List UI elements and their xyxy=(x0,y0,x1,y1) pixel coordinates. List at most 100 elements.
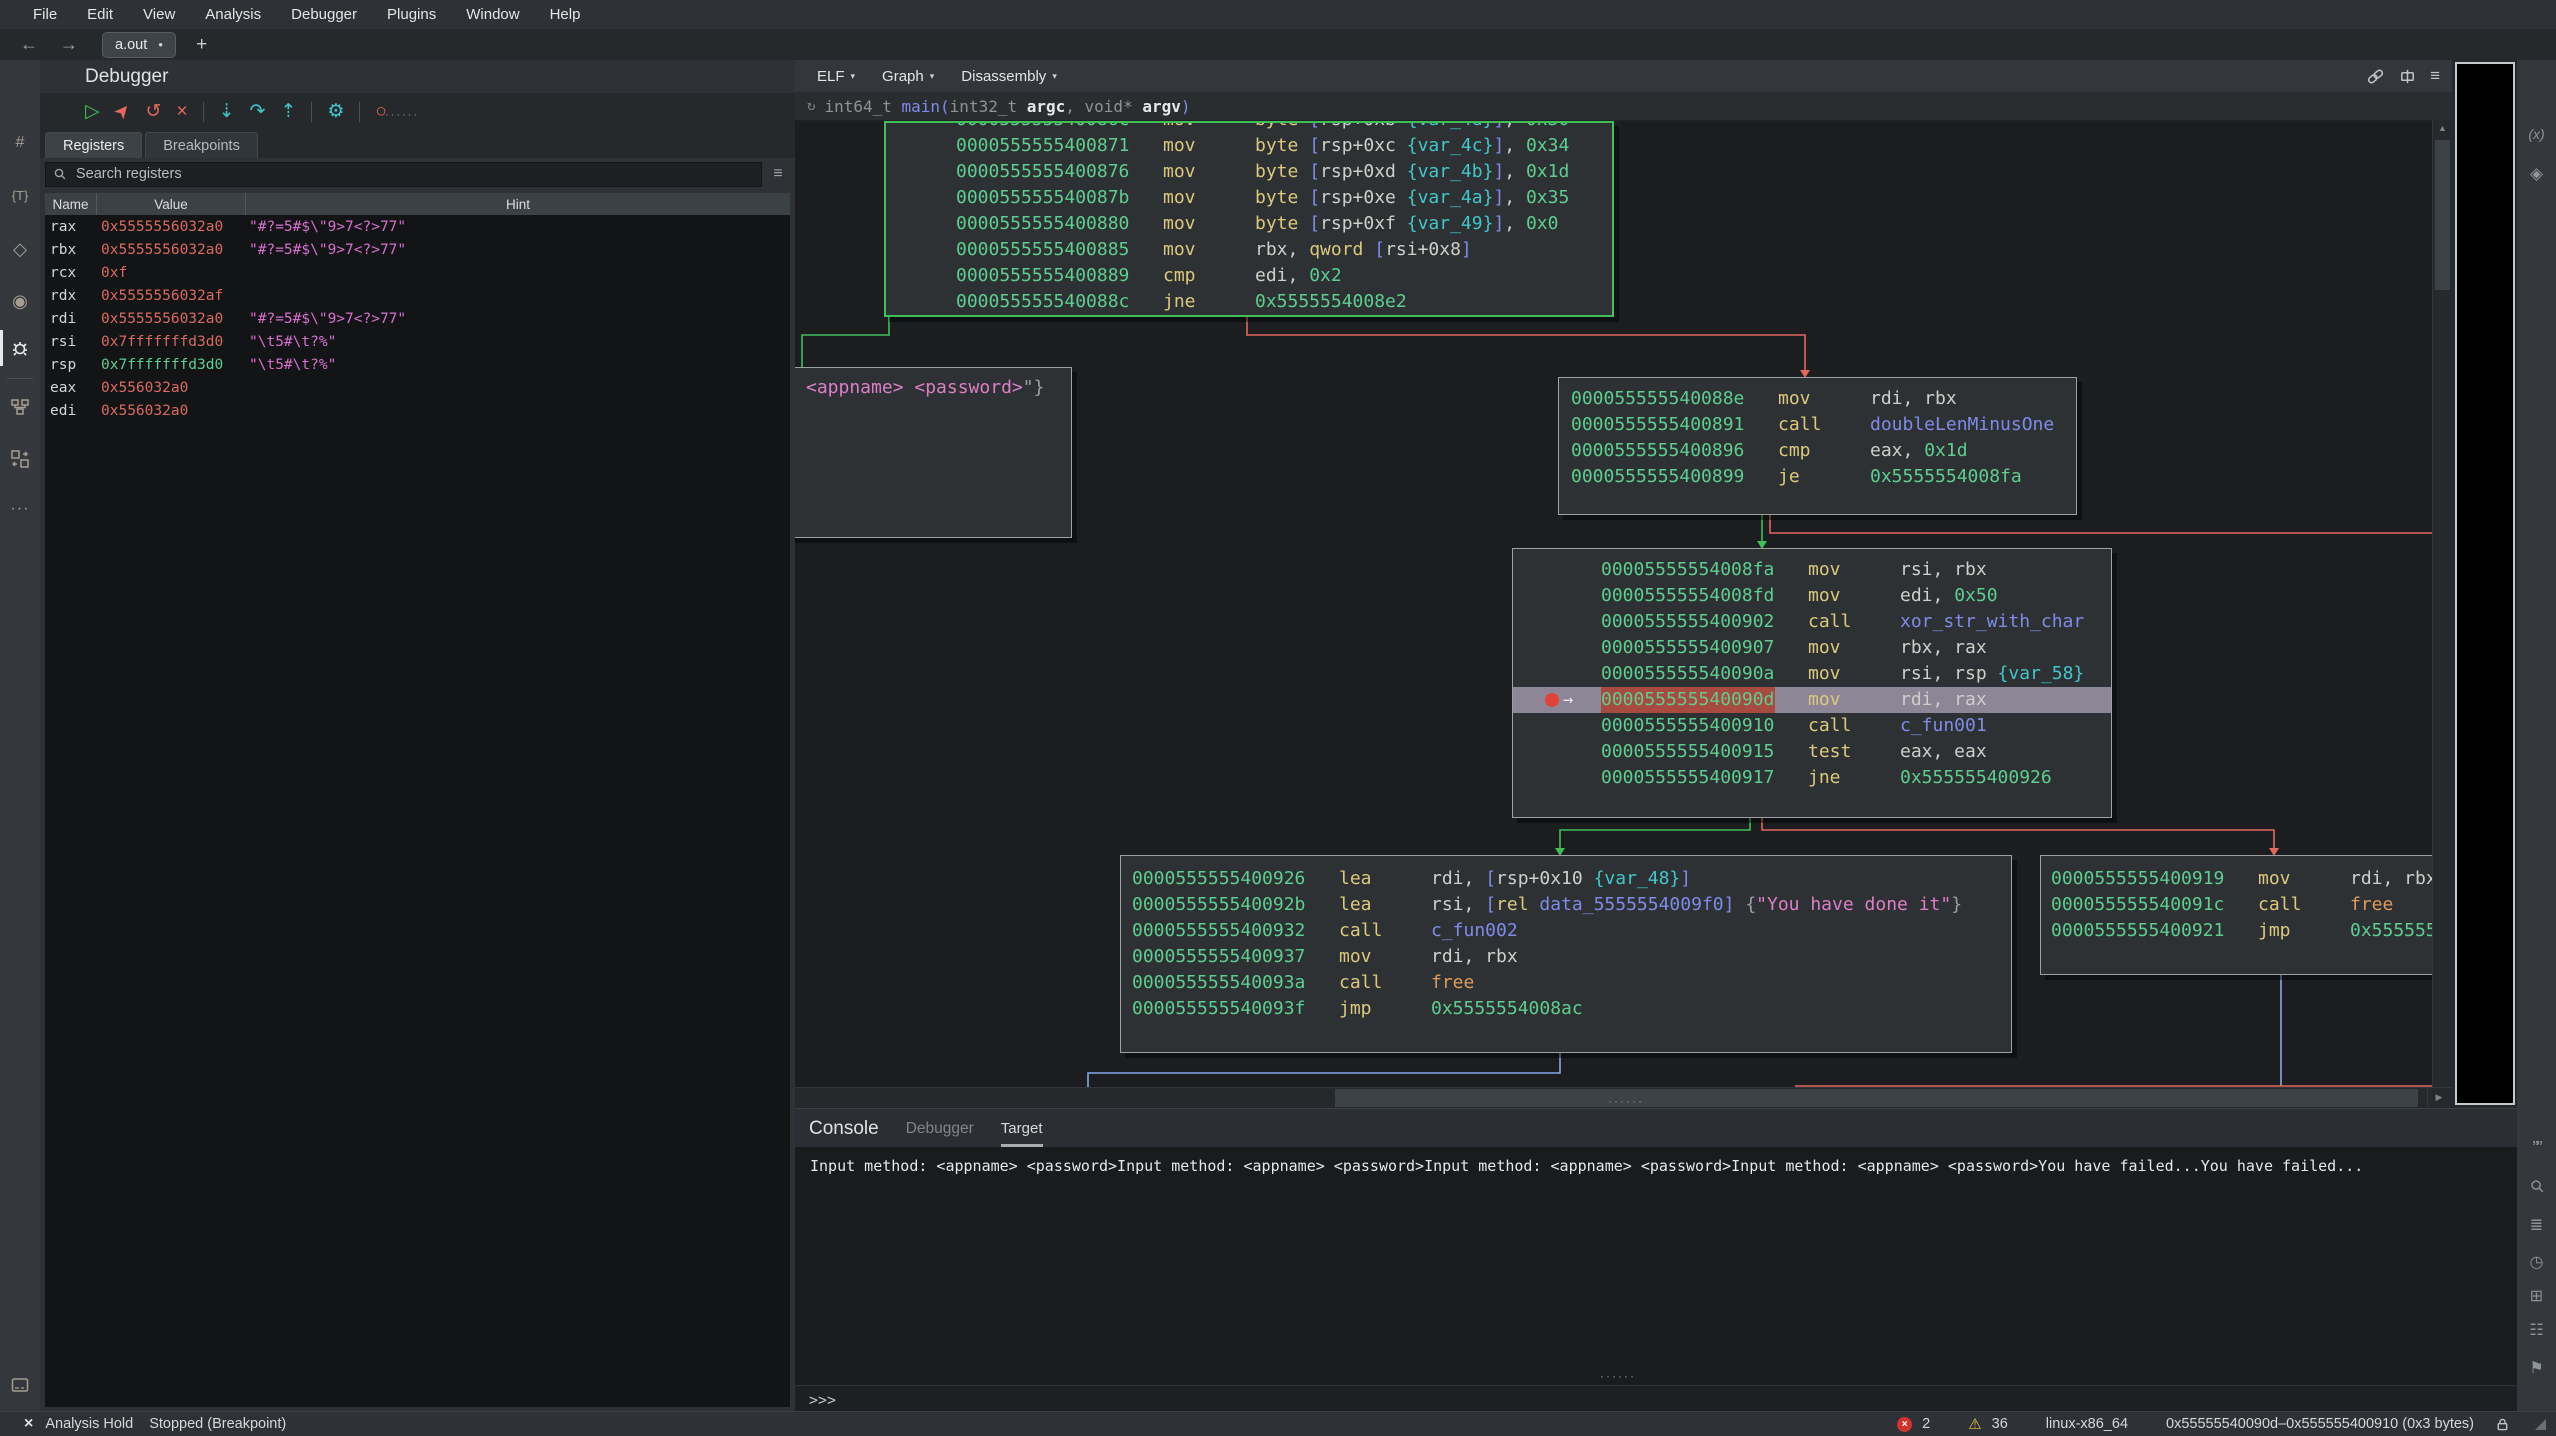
sync-link-icon[interactable] xyxy=(2366,67,2385,86)
instruction-row[interactable]: 0000555555400889cmpedi, 0x2 xyxy=(886,263,1612,289)
tab-aout[interactable]: a.out ● xyxy=(102,32,176,58)
menu-window[interactable]: Window xyxy=(451,1,534,28)
graph-block-len-check[interactable]: 000055555540088emovrdi, rbx0000555555400… xyxy=(1558,377,2077,515)
menu-file[interactable]: File xyxy=(18,1,72,28)
instruction-row[interactable]: 0000555555400896cmpeax, 0x1d xyxy=(1559,438,2076,464)
errors-count[interactable]: 2 xyxy=(1922,1416,1930,1432)
menu-view[interactable]: View xyxy=(128,1,190,28)
search-options-icon[interactable]: ≡ xyxy=(766,165,790,183)
console-output[interactable]: Input method: <appname> <password>Input … xyxy=(795,1147,2517,1373)
terminal-icon[interactable] xyxy=(0,1368,40,1402)
graph-block-entry[interactable]: 000055555540086cmovbyte [rsp+0xb {var_4d… xyxy=(884,121,1614,317)
transform-icon[interactable] xyxy=(0,442,40,476)
col-name[interactable]: Name xyxy=(45,193,97,215)
hscroll-thumb[interactable] xyxy=(1335,1089,2418,1107)
register-row-eax[interactable]: eax0x556032a0 xyxy=(45,376,790,399)
functions-hierarchy-icon[interactable] xyxy=(0,390,40,424)
refresh-icon[interactable]: ↻ xyxy=(807,98,815,114)
step-out-button[interactable]: ⇡ xyxy=(280,102,296,121)
instruction-row[interactable]: 000055555540093acallfree xyxy=(1121,970,2011,996)
col-value[interactable]: Value xyxy=(97,193,246,215)
instruction-row[interactable]: 000055555540088emovrdi, rbx xyxy=(1559,386,2076,412)
view-disassembly-dropdown[interactable]: Disassembly▾ xyxy=(961,68,1057,85)
graph-viewport[interactable]: 000055555540086cmovbyte [rsp+0xb {var_4d… xyxy=(795,120,2433,1088)
tab-breakpoints[interactable]: Breakpoints xyxy=(145,132,258,158)
strings-list-icon[interactable]: ≣ xyxy=(2517,1209,2556,1241)
continue-button[interactable]: ▷ xyxy=(85,102,100,121)
instruction-row[interactable]: 0000555555400932callc_fun002 xyxy=(1121,918,2011,944)
segments-icon[interactable]: ☷ xyxy=(2517,1314,2556,1346)
tab-debugger[interactable]: Debugger xyxy=(906,1120,974,1147)
warnings-icon[interactable]: ⚠ xyxy=(1968,1415,1981,1433)
splitter-grip[interactable]: ······ xyxy=(385,109,419,121)
menu-edit[interactable]: Edit xyxy=(72,1,128,28)
instruction-row[interactable]: 000055555540092blearsi, [rel data_555555… xyxy=(1121,892,2011,918)
scroll-right-icon[interactable]: ▶ xyxy=(2427,1088,2450,1107)
instruction-row[interactable]: 0000555555400899je0x5555554008fa xyxy=(1559,464,2076,490)
graph-vscrollbar[interactable]: ▲ xyxy=(2432,120,2452,1088)
menu-plugins[interactable]: Plugins xyxy=(372,1,451,28)
location-icon[interactable]: ◉ xyxy=(0,284,40,318)
start-debug-button[interactable]: ➤ xyxy=(110,99,135,123)
debug-settings-button[interactable]: ⚙ xyxy=(327,102,344,121)
instruction-row[interactable]: 0000555555400885movrbx, qword [rsi+0x8] xyxy=(886,237,1612,263)
restart-button[interactable]: ↺ xyxy=(146,102,162,121)
graph-block-fail-free[interactable]: 0000555555400919movrdi, rbx0000555555400… xyxy=(2040,855,2433,975)
tab-modified-dot[interactable]: ● xyxy=(158,40,163,49)
instruction-row[interactable]: 0000555555400876movbyte [rsp+0xd {var_4b… xyxy=(886,159,1612,185)
lock-icon[interactable] xyxy=(2494,1416,2511,1433)
register-row-edi[interactable]: edi0x556032a0 xyxy=(45,399,790,422)
debug-icon[interactable] xyxy=(0,331,40,365)
graph-block-success[interactable]: 0000555555400926leardi, [rsp+0x10 {var_4… xyxy=(1120,855,2012,1053)
scroll-up-icon[interactable]: ▲ xyxy=(2433,120,2452,137)
tab-console[interactable]: Console xyxy=(809,1118,879,1147)
prompt-splitter-grip[interactable]: ······ xyxy=(1600,1369,1636,1383)
instruction-row[interactable]: 000055555540086cmovbyte [rsp+0xb {var_4d… xyxy=(886,121,1612,133)
instruction-row[interactable]: 0000555555400907movrbx, rax xyxy=(1513,635,2111,661)
register-row-rdi[interactable]: rdi0x5555556032a0"#?=5#$\"9>7<?>77" xyxy=(45,307,790,330)
instruction-row[interactable]: 000055555540091ccallfree xyxy=(2041,892,2433,918)
col-hint[interactable]: Hint xyxy=(246,193,790,215)
search-registers-input[interactable] xyxy=(74,165,754,183)
view-elf-dropdown[interactable]: ELF▾ xyxy=(817,68,855,85)
registers-header[interactable]: Name Value Hint xyxy=(45,193,790,215)
instruction-row[interactable]: 0000555555400880movbyte [rsp+0xf {var_49… xyxy=(886,211,1612,237)
instruction-row[interactable]: 0000555555400910callc_fun001 xyxy=(1513,713,2111,739)
instruction-row[interactable]: 0000555555400915testeax, eax xyxy=(1513,739,2111,765)
overview-toggle-icon[interactable] xyxy=(2398,67,2417,86)
more-icon[interactable]: ··· xyxy=(0,492,40,526)
instruction-row[interactable]: 000055555540088cjne0x5555554008e2 xyxy=(886,289,1612,315)
instruction-row[interactable]: 00005555554008fdmovedi, 0x50 xyxy=(1513,583,2111,609)
instruction-row[interactable]: 0000555555400917jne0x555555400926 xyxy=(1513,765,2111,791)
register-row-rax[interactable]: rax0x5555556032a0"#?=5#$\"9>7<?>77" xyxy=(45,215,790,238)
view-graph-dropdown[interactable]: Graph▾ xyxy=(882,68,934,85)
close-tasks-icon[interactable]: × xyxy=(24,1415,33,1433)
instruction-row-current[interactable]: 000055555540090dmovrdi, rax→ xyxy=(1513,687,2111,713)
instruction-row[interactable]: 0000555555400921jmp0x5555554008ac xyxy=(2041,918,2433,944)
types-icon[interactable]: {T} xyxy=(0,178,40,212)
register-row-rbx[interactable]: rbx0x5555556032a0"#?=5#$\"9>7<?>77" xyxy=(45,238,790,261)
graph-block-usage-string[interactable]: <appname> <password>"} xyxy=(795,367,1072,538)
instruction-row[interactable]: 0000555555400902callxor_str_with_char xyxy=(1513,609,2111,635)
register-row-rsi[interactable]: rsi0x7fffffffd3d0"\t5#\t?%" xyxy=(45,330,790,353)
register-row-rdx[interactable]: rdx0x5555556032af xyxy=(45,284,790,307)
register-row-rcx[interactable]: rcx0xf xyxy=(45,261,790,284)
graph-block-xor-check[interactable]: 00005555554008famovrsi, rbx0000555555400… xyxy=(1512,548,2112,818)
forward-button[interactable]: → xyxy=(58,34,80,55)
console-splitter-grip[interactable]: ······ xyxy=(1608,1094,1644,1108)
history-icon[interactable]: ◷ xyxy=(2517,1246,2556,1278)
tab-registers[interactable]: Registers xyxy=(45,132,142,158)
resize-grip[interactable] xyxy=(2535,1419,2546,1430)
stop-button[interactable]: × xyxy=(176,102,187,121)
warnings-count[interactable]: 36 xyxy=(1992,1416,2008,1432)
stack-layers-icon[interactable]: ◈ xyxy=(2517,158,2556,190)
instruction-row[interactable]: 0000555555400871movbyte [rsp+0xc {var_4c… xyxy=(886,133,1612,159)
search-icon[interactable] xyxy=(2517,1170,2556,1202)
instruction-row[interactable]: 0000555555400937movrdi, rbx xyxy=(1121,944,2011,970)
instruction-row[interactable]: 000055555540087bmovbyte [rsp+0xe {var_4a… xyxy=(886,185,1612,211)
instruction-row[interactable]: 00005555554008famovrsi, rbx xyxy=(1513,557,2111,583)
step-over-button[interactable]: ↷ xyxy=(250,102,266,121)
menu-analysis[interactable]: Analysis xyxy=(190,1,276,28)
instruction-row[interactable]: 0000555555400891calldoubleLenMinusOne xyxy=(1559,412,2076,438)
tag-icon[interactable]: ◇ xyxy=(0,232,40,266)
